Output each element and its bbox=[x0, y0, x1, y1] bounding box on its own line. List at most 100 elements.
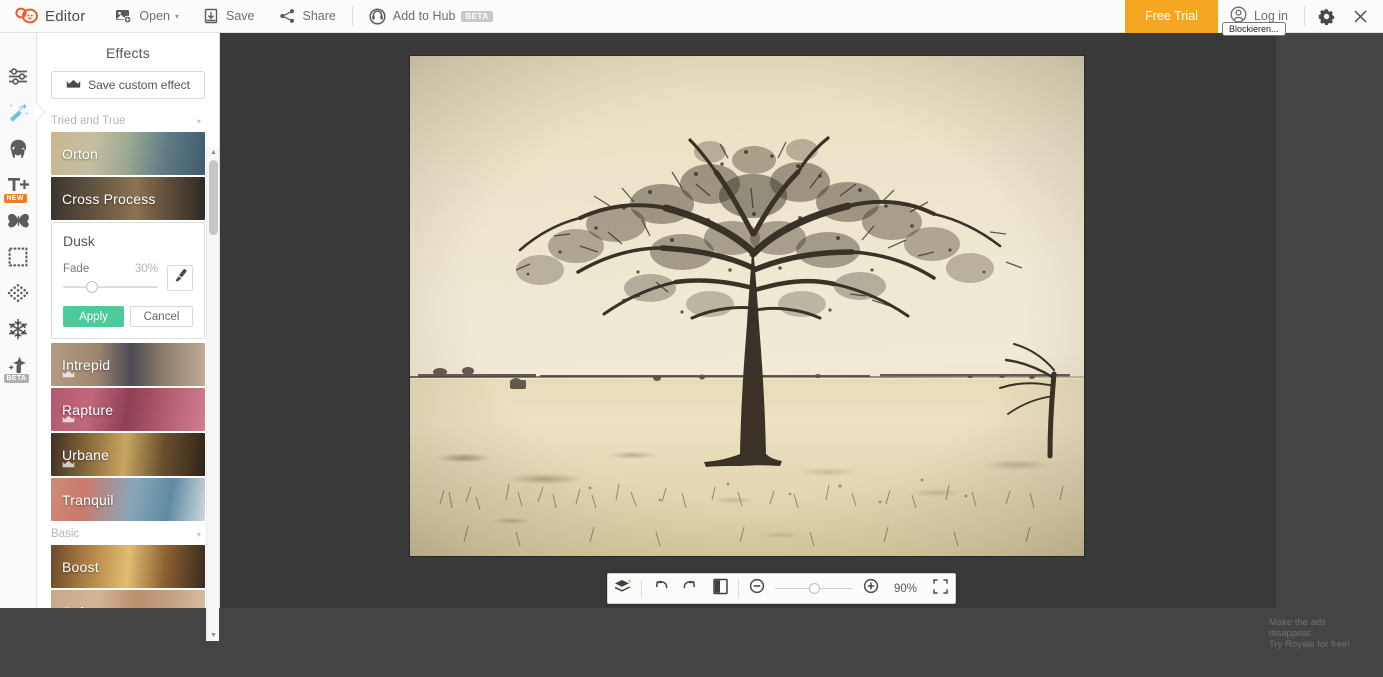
rail-item-adjust[interactable] bbox=[0, 59, 37, 94]
rail-item-seasonal[interactable] bbox=[0, 311, 37, 346]
effects-panel: Effects Save custom effect Tried and Tru… bbox=[37, 33, 220, 641]
fade-slider-header: Fade 30% bbox=[63, 263, 158, 275]
effects-scrollbar[interactable]: ▲ ▼ bbox=[206, 147, 219, 641]
effect-label: Soften bbox=[51, 604, 104, 609]
butterfly-icon bbox=[7, 213, 29, 228]
fade-label: Fade bbox=[63, 263, 90, 275]
undo-button[interactable] bbox=[645, 573, 675, 604]
save-custom-effect-label: Save custom effect bbox=[88, 78, 190, 92]
effect-soften[interactable]: Soften bbox=[51, 590, 205, 608]
rail-item-frames[interactable] bbox=[0, 239, 37, 274]
effect-rapture[interactable]: Rapture bbox=[51, 388, 205, 431]
zoom-level: 90% bbox=[894, 582, 918, 595]
scroll-down-icon[interactable]: ▼ bbox=[207, 630, 220, 641]
fade-slider[interactable] bbox=[63, 281, 158, 293]
zoom-in-icon bbox=[863, 578, 879, 599]
category-basic[interactable]: Basic ▾ bbox=[37, 524, 219, 545]
save-label: Save bbox=[226, 9, 255, 23]
editor-app: Editor Open ▾ Save Share Add to Hub BETA… bbox=[0, 0, 1383, 677]
rail-item-textures[interactable] bbox=[0, 275, 37, 310]
toolbar-divider-2 bbox=[738, 579, 739, 598]
login-label: Log in bbox=[1253, 9, 1288, 23]
fade-value: 30% bbox=[134, 263, 158, 275]
rail-item-effects[interactable] bbox=[0, 95, 37, 130]
beta-badge-graphics: BETA bbox=[3, 374, 30, 383]
magic-wand-icon bbox=[9, 103, 29, 121]
paintbrush-icon bbox=[173, 268, 188, 288]
ad-line-1: Make the ads bbox=[1269, 617, 1327, 628]
face-icon bbox=[10, 139, 27, 158]
effect-orton[interactable]: Orton bbox=[51, 132, 205, 175]
effect-tranquil[interactable]: Tranquil bbox=[51, 478, 205, 521]
apply-button[interactable]: Apply bbox=[63, 306, 124, 327]
active-effect-title: Dusk bbox=[63, 233, 95, 249]
zoom-in-button[interactable] bbox=[856, 573, 886, 604]
zoom-out-button[interactable] bbox=[742, 573, 772, 604]
effect-label: Tranquil bbox=[62, 491, 114, 508]
ad-line-2: disappear. bbox=[1269, 628, 1313, 639]
open-button[interactable]: Open ▾ bbox=[103, 0, 191, 33]
compare-button[interactable] bbox=[705, 573, 735, 604]
save-button[interactable]: Save bbox=[191, 0, 267, 33]
rail-item-text[interactable]: NEW bbox=[0, 167, 37, 203]
effect-boost[interactable]: Boost bbox=[51, 545, 205, 588]
category-tried-and-true[interactable]: Tried and True ▾ bbox=[37, 111, 219, 132]
edited-photo[interactable] bbox=[410, 56, 1084, 556]
cancel-button[interactable]: Cancel bbox=[130, 306, 193, 327]
fullscreen-icon bbox=[932, 578, 948, 599]
save-icon bbox=[203, 8, 219, 24]
add-to-hub-button[interactable]: Add to Hub BETA bbox=[357, 0, 505, 33]
active-effect-editor: Dusk Fade 30% Apply Cancel bbox=[51, 222, 205, 339]
save-custom-effect-button[interactable]: Save custom effect bbox=[51, 71, 205, 99]
rail-item-graphics[interactable]: BETA bbox=[0, 347, 37, 383]
monkey-logo-icon bbox=[14, 6, 38, 26]
toolbar-divider bbox=[641, 579, 642, 598]
snowflake-icon bbox=[8, 318, 28, 339]
rail-item-overlays[interactable] bbox=[0, 203, 37, 238]
text-icon bbox=[8, 177, 29, 191]
effect-cross-process[interactable]: Cross Process bbox=[51, 177, 205, 220]
effects-list: Tried and True ▾ Orton Cross Process Dus… bbox=[37, 111, 219, 608]
add-to-hub-label: Add to Hub bbox=[392, 9, 456, 23]
stamp-icon bbox=[8, 356, 26, 373]
layers-button[interactable] bbox=[608, 573, 638, 604]
beta-badge: BETA bbox=[461, 10, 493, 22]
fade-slider-track bbox=[63, 286, 158, 288]
zoom-slider[interactable] bbox=[775, 573, 853, 604]
before-after-icon bbox=[712, 578, 728, 600]
canvas-area[interactable] bbox=[220, 33, 1276, 608]
crown-icon bbox=[66, 78, 81, 92]
gear-icon[interactable] bbox=[1309, 0, 1343, 33]
fullscreen-button[interactable] bbox=[925, 573, 955, 604]
undo-icon bbox=[652, 579, 669, 599]
close-icon[interactable] bbox=[1343, 0, 1377, 33]
category-label: Tried and True bbox=[51, 115, 126, 127]
brand[interactable]: Editor bbox=[14, 6, 85, 26]
effect-label: Boost bbox=[62, 558, 99, 575]
zoom-slider-thumb[interactable] bbox=[809, 583, 821, 594]
free-trial-button[interactable]: Free Trial bbox=[1125, 0, 1218, 33]
rail-item-touch-up[interactable] bbox=[0, 131, 37, 166]
chevron-down-icon: ▾ bbox=[196, 529, 201, 539]
chevron-down-icon: ▾ bbox=[196, 116, 201, 126]
effect-label: Orton bbox=[62, 145, 99, 162]
effect-label: Urbane bbox=[62, 446, 110, 463]
bottom-toolbar: 90% bbox=[607, 573, 957, 604]
topbar-divider-2 bbox=[1304, 6, 1305, 26]
redo-button[interactable] bbox=[675, 573, 705, 604]
scroll-up-icon[interactable]: ▲ bbox=[207, 147, 220, 158]
ad-promo-text[interactable]: Make the ads disappear. Try Royale for f… bbox=[1269, 617, 1369, 650]
share-button[interactable]: Share bbox=[267, 0, 348, 33]
crown-icon bbox=[62, 455, 75, 473]
scrollbar-thumb[interactable] bbox=[209, 160, 218, 235]
effect-label: Intrepid bbox=[62, 356, 111, 373]
effect-intrepid[interactable]: Intrepid bbox=[51, 343, 205, 386]
fade-slider-thumb[interactable] bbox=[85, 281, 98, 293]
chevron-down-icon: ▾ bbox=[174, 11, 179, 21]
block-tooltip: Blockieren... bbox=[1222, 22, 1286, 36]
effect-label: Rapture bbox=[62, 401, 114, 418]
brand-name: Editor bbox=[45, 7, 86, 25]
layers-magic-icon bbox=[614, 578, 633, 600]
paintbrush-button[interactable] bbox=[167, 265, 193, 291]
effect-urbane[interactable]: Urbane bbox=[51, 433, 205, 476]
